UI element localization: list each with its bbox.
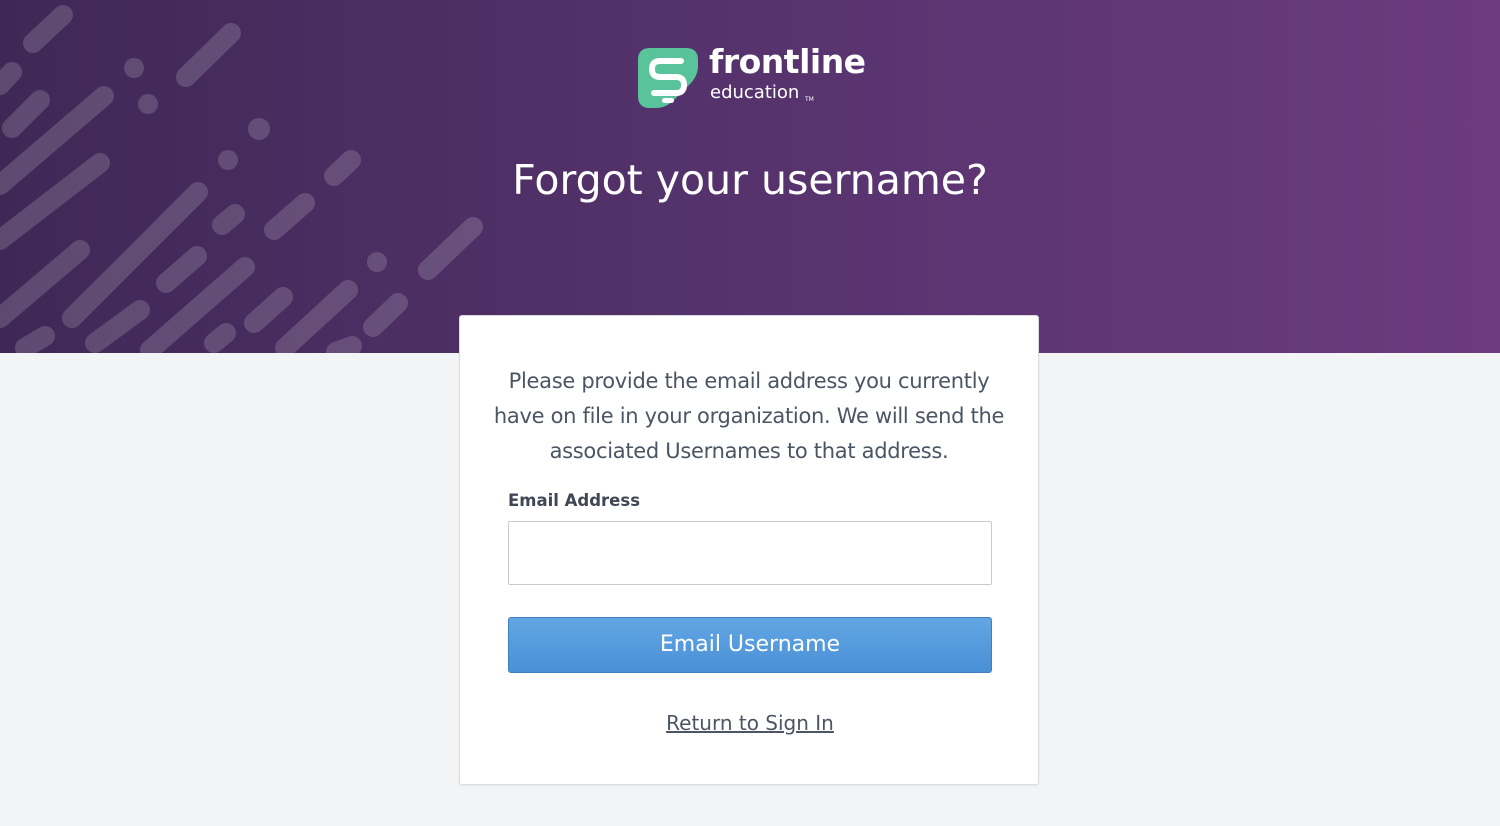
logo-subtitle: education xyxy=(710,82,800,103)
email-label: Email Address xyxy=(508,491,641,510)
email-username-button[interactable]: Email Username xyxy=(508,617,992,673)
forgot-username-card: Please provide the email address you cur… xyxy=(459,315,1039,785)
instructions-text: Please provide the email address you cur… xyxy=(493,369,1005,463)
forgot-username-page: frontline education TM Forgot your usern… xyxy=(0,0,1500,826)
logo-wordmark: frontline xyxy=(709,42,866,81)
email-input[interactable] xyxy=(508,521,992,585)
page-title: Forgot your username? xyxy=(512,156,988,204)
hero-banner: frontline education TM Forgot your usern… xyxy=(0,0,1500,353)
frontline-logo: frontline education TM xyxy=(636,45,866,111)
return-to-sign-in-link[interactable]: Return to Sign In xyxy=(666,711,834,735)
logo-trademark: TM xyxy=(805,96,814,103)
frontline-logo-icon xyxy=(638,48,698,108)
return-link-container: Return to Sign In xyxy=(460,709,1040,737)
